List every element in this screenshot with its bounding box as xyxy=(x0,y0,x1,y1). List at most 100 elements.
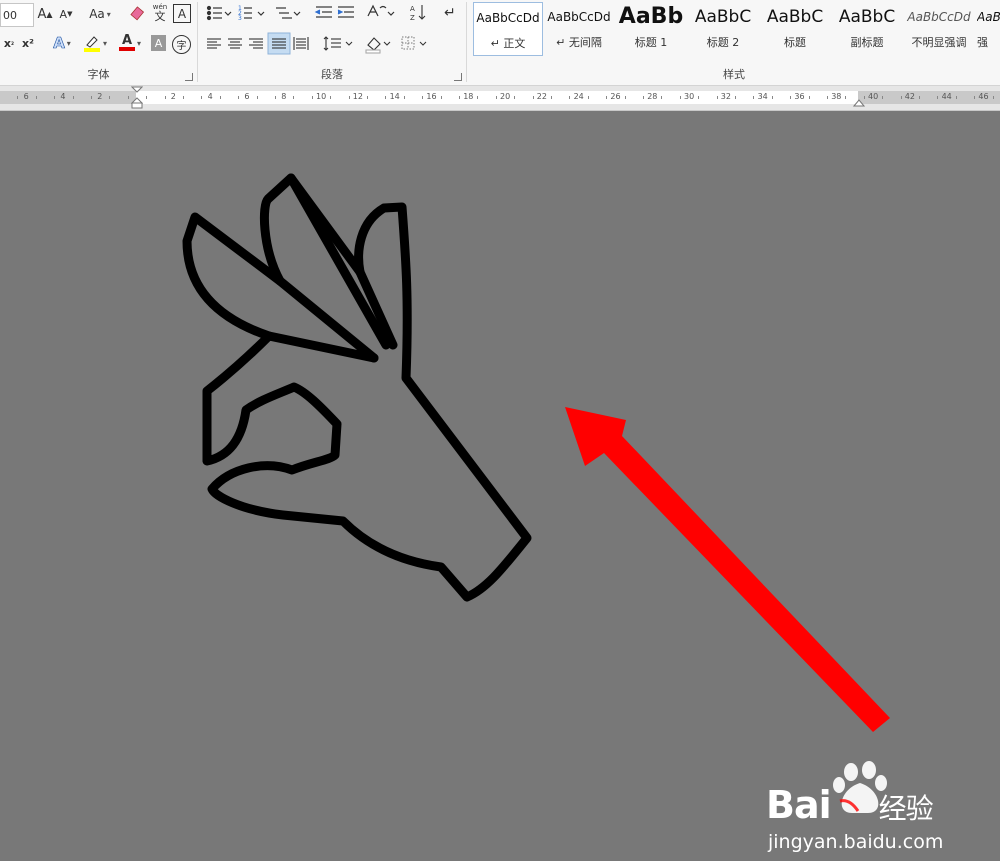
font-color-icon: A xyxy=(121,33,133,48)
ruler-tick xyxy=(974,96,976,99)
align-right-button[interactable] xyxy=(246,33,267,54)
ruler-tick xyxy=(293,96,295,99)
style-title[interactable]: AaBbC 标题 xyxy=(761,2,829,54)
show-marks-button[interactable] xyxy=(438,2,460,24)
ruler-tick xyxy=(587,96,589,99)
ribbon: 00 A ▲ A ▼ Aa ▾ wén 文 A x₂ x² A ▾ ▾ A ▾ … xyxy=(0,0,1000,86)
shading-button[interactable] xyxy=(363,33,393,54)
ruler-tick xyxy=(551,96,552,99)
horizontal-ruler[interactable]: 6 4 2 2 4 6 8 10 12 14 16 18 20 22 24 26 28 30 32 34 36 38 40 4… xyxy=(0,86,1000,111)
divider xyxy=(466,2,467,82)
style-sample: AaBb xyxy=(618,4,684,29)
style-sample: AaBbC xyxy=(766,7,824,27)
ruler-label: 30 xyxy=(684,92,695,101)
align-left-button[interactable] xyxy=(203,33,224,54)
line-spacing-button[interactable] xyxy=(321,33,355,54)
ruler-tick xyxy=(514,96,516,99)
ruler-label: 40 xyxy=(868,92,879,101)
align-center-button[interactable] xyxy=(225,33,246,54)
bullets-button[interactable] xyxy=(202,2,234,24)
ruler-label: 26 xyxy=(610,92,621,101)
change-case-button[interactable]: Aa ▾ xyxy=(85,3,115,25)
ruler-tick xyxy=(72,96,74,99)
justify-button[interactable] xyxy=(268,33,290,54)
font-group: 00 A ▲ A ▼ Aa ▾ wén 文 A x₂ x² A ▾ ▾ A ▾ … xyxy=(0,0,197,85)
ruler-tick xyxy=(183,96,184,99)
ruler-label: 20 xyxy=(500,92,511,101)
font-size-value: 00 xyxy=(3,8,17,22)
style-name: 标题 2 xyxy=(706,36,740,49)
font-size-box[interactable]: 00 xyxy=(0,3,34,27)
ruler-tick xyxy=(827,96,828,99)
style-sample: AaBbCcDd xyxy=(547,10,611,24)
char-border-button[interactable]: A xyxy=(173,4,191,23)
style-subtitle[interactable]: AaBbC 副标题 xyxy=(833,2,901,54)
paragraph-dialog-launcher-icon[interactable] xyxy=(454,73,462,81)
superscript-button[interactable]: x² xyxy=(18,32,38,54)
ruler-label: 18 xyxy=(463,92,474,101)
ruler-tick xyxy=(219,96,221,99)
ruler-tick xyxy=(643,96,644,99)
style-name: 副标题 xyxy=(850,36,884,49)
style-heading-1[interactable]: AaBb 标题 1 xyxy=(617,2,685,54)
watermark-url: jingyan.baidu.com xyxy=(768,831,944,853)
style-emphasis-partial[interactable]: AaB 强 xyxy=(977,2,1000,54)
grow-font-icon: A xyxy=(37,6,47,22)
subscript-button[interactable]: x₂ xyxy=(0,32,18,54)
ruler-label: 12 xyxy=(352,92,363,101)
char-shading-button[interactable]: A xyxy=(151,35,166,51)
text-effect-button[interactable]: A ▾ xyxy=(48,32,76,54)
phonetic-guide-button[interactable]: wén 文 xyxy=(150,1,170,23)
ruler-label: 42 xyxy=(904,92,915,101)
decrease-indent-button[interactable] xyxy=(312,2,334,24)
style-sample: AaB xyxy=(977,10,1000,24)
shrink-font-icon: A xyxy=(59,7,68,21)
ruler-label: 32 xyxy=(720,92,731,101)
highlight-button[interactable]: ▾ xyxy=(80,32,110,54)
increase-indent-button[interactable] xyxy=(335,2,357,24)
style-name: 标题 1 xyxy=(634,36,668,49)
ruler-tick xyxy=(459,96,460,99)
grow-font-button[interactable]: A ▲ xyxy=(36,3,54,25)
font-dialog-launcher-icon[interactable] xyxy=(185,73,193,81)
baidu-jingyan-watermark: Bai 经验 jingyan.baidu.com xyxy=(760,761,1000,861)
ruler-label: 4 xyxy=(60,92,66,101)
style-sample: AaBbC xyxy=(838,7,896,27)
style-normal[interactable]: AaBbCcDd ↵ 正文 xyxy=(473,2,543,56)
ruler-tick xyxy=(35,96,37,99)
style-heading-2[interactable]: AaBbC 标题 2 xyxy=(689,2,757,54)
ruler-tick xyxy=(661,96,663,99)
ruler-label: 24 xyxy=(573,92,584,101)
shrink-font-button[interactable]: A ▼ xyxy=(57,3,75,25)
style-name: 不明显强调 xyxy=(911,36,967,49)
change-case-icon: Aa xyxy=(89,7,105,21)
ruler-tick xyxy=(422,96,424,99)
watermark-brand-right: 经验 xyxy=(878,792,934,825)
borders-button[interactable] xyxy=(398,33,428,54)
distribute-button[interactable] xyxy=(291,33,312,54)
ruler-label: 46 xyxy=(978,92,989,101)
chinese-layout-button[interactable] xyxy=(364,2,396,24)
ruler-label: 2 xyxy=(170,92,176,101)
ruler-label: 4 xyxy=(207,92,213,101)
ruler-label: 10 xyxy=(316,92,327,101)
paragraph-group-label: 段落 xyxy=(321,68,343,81)
enclose-char-button[interactable]: 字 xyxy=(172,35,191,54)
style-sample: AaBbCcDd xyxy=(907,10,971,24)
ruler-tick xyxy=(919,96,920,99)
indent-marker-icon[interactable] xyxy=(131,86,143,110)
red-arrow-icon xyxy=(565,407,890,732)
clear-format-button[interactable] xyxy=(128,3,148,25)
ruler-tick xyxy=(385,96,387,99)
sort-button[interactable] xyxy=(405,2,427,24)
document-canvas[interactable]: Bai 经验 jingyan.baidu.com xyxy=(0,111,1000,853)
ruler-tick xyxy=(716,96,718,99)
font-color-button[interactable]: A ▾ xyxy=(114,32,146,54)
style-name: ↵ 无间隔 xyxy=(556,36,602,49)
highlighter-icon xyxy=(83,36,100,52)
right-indent-marker-icon[interactable] xyxy=(853,96,865,108)
numbering-button[interactable] xyxy=(235,2,267,24)
style-subtle-emphasis[interactable]: AaBbCcDd 不明显强调 xyxy=(905,2,973,54)
style-no-spacing[interactable]: AaBbCcDd ↵ 无间隔 xyxy=(545,2,613,54)
multilevel-list-button[interactable] xyxy=(271,2,303,24)
